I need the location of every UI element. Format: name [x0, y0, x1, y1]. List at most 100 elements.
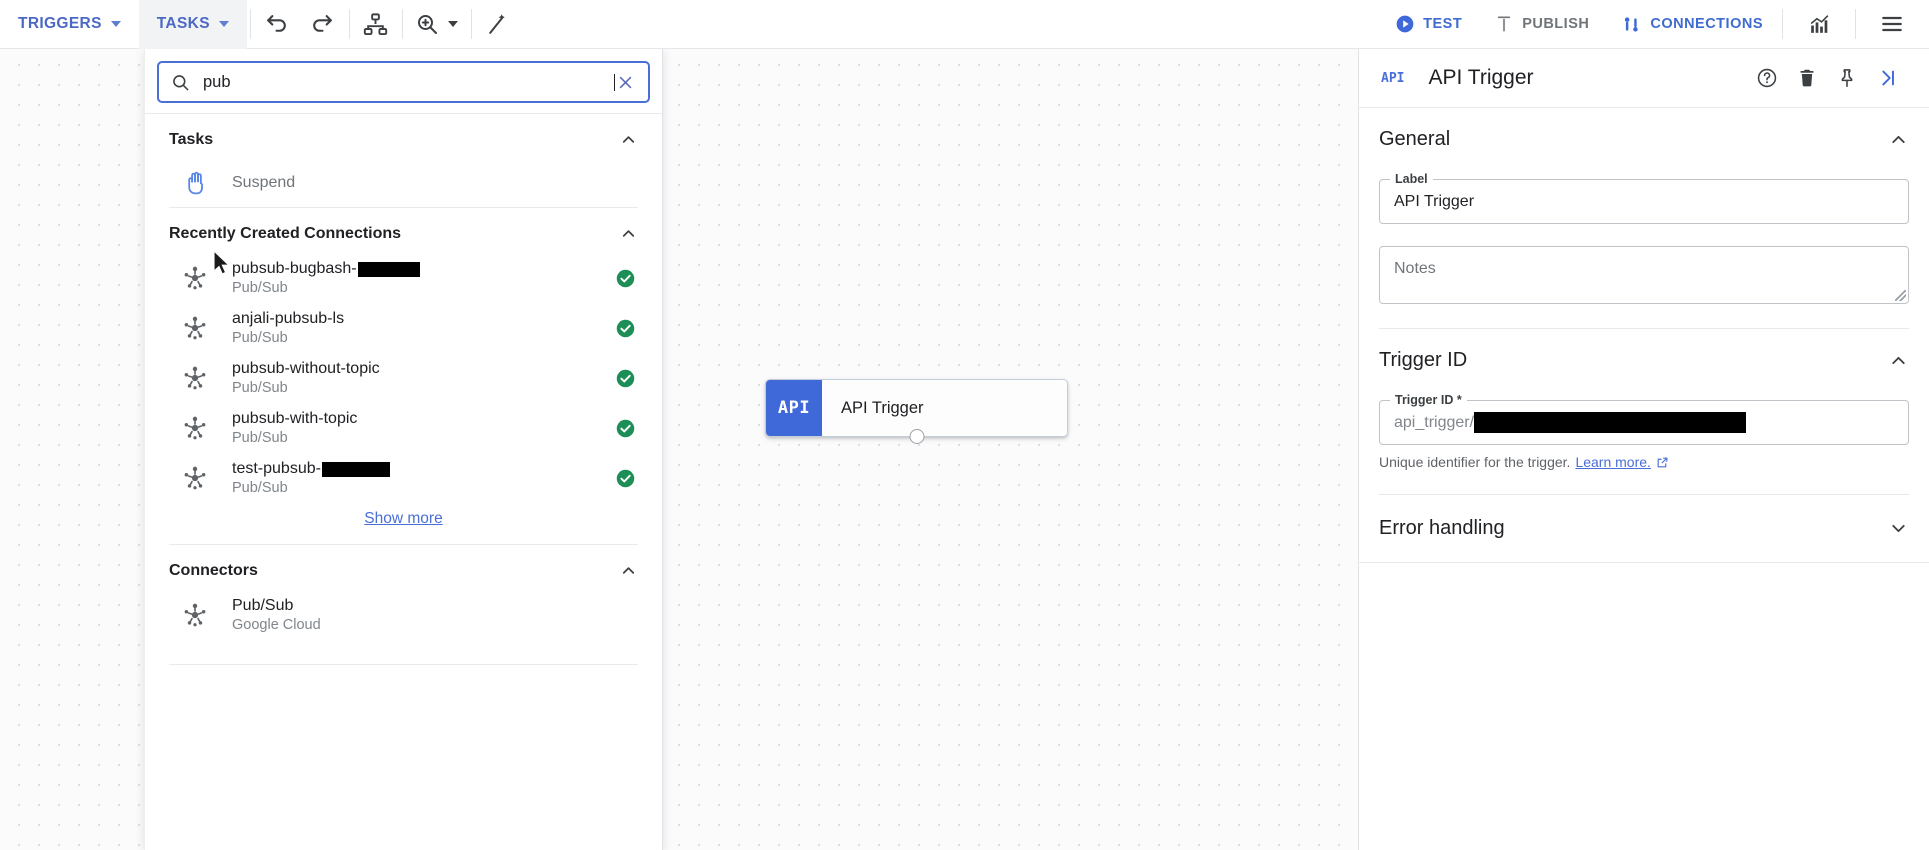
chevron-up-icon	[619, 561, 638, 580]
section-divider	[1359, 562, 1929, 563]
node-output-port[interactable]	[909, 429, 924, 444]
analytics-chart-icon	[1807, 12, 1832, 37]
label-field-value: API Trigger	[1394, 193, 1474, 211]
section-header-recent-connections[interactable]: Recently Created Connections	[145, 208, 662, 253]
trash-icon	[1796, 67, 1818, 89]
triggers-menu-label: TRIGGERS	[18, 15, 102, 33]
list-item-texts: anjali-pubsub-ls Pub/Sub	[232, 310, 612, 346]
list-item-title: Suspend	[232, 174, 638, 192]
collapse-panel-icon	[1876, 67, 1898, 89]
redacted-value	[1474, 412, 1746, 433]
list-item-title: test-pubsub-	[232, 460, 612, 478]
list-item-texts: Suspend	[232, 174, 638, 192]
connector-icon	[173, 414, 217, 442]
magic-wand-button[interactable]	[475, 1, 521, 47]
toolbar-divider	[1855, 9, 1856, 39]
list-item-title: anjali-pubsub-ls	[232, 310, 612, 328]
properties-panel: API API Trigger	[1358, 49, 1929, 850]
list-item-title: pubsub-without-topic	[232, 360, 612, 378]
label-field-legend: Label	[1390, 172, 1433, 186]
pubsub-connector-icon	[181, 601, 209, 629]
properties-panel-header: API API Trigger	[1359, 49, 1929, 108]
redacted-text	[322, 462, 390, 477]
redo-button[interactable]	[300, 1, 346, 47]
learn-more-link[interactable]: Learn more.	[1575, 454, 1650, 470]
list-item[interactable]: pubsub-without-topicPub/Sub	[145, 353, 662, 403]
general-section-header[interactable]: General	[1379, 108, 1909, 157]
test-button[interactable]: TEST	[1379, 0, 1478, 49]
status-badge	[612, 368, 638, 389]
trigger-id-field-legend: Trigger ID *	[1390, 393, 1467, 407]
help-button[interactable]	[1747, 58, 1787, 98]
connector-icon	[173, 364, 217, 392]
section-divider	[169, 664, 638, 665]
list-item-title: Pub/Sub	[232, 597, 612, 615]
connections-button[interactable]: CONNECTIONS	[1605, 0, 1779, 49]
label-field[interactable]: Label API Trigger	[1379, 179, 1909, 224]
zoom-control-button[interactable]	[406, 1, 468, 47]
recent-connections-list: pubsub-bugbash-Pub/Sub anjali-pubsub-ls Pu…	[145, 253, 662, 503]
trigger-id-field[interactable]: Trigger ID * api_trigger/	[1379, 400, 1909, 445]
publish-label: PUBLISH	[1522, 16, 1589, 32]
auto-layout-button[interactable]	[353, 1, 399, 47]
list-item[interactable]: pubsub-with-topicPub/Sub	[145, 403, 662, 453]
list-item[interactable]: anjali-pubsub-ls Pub/Sub	[145, 303, 662, 353]
section-title: Recently Created Connections	[169, 225, 401, 243]
collapse-panel-button[interactable]	[1867, 58, 1907, 98]
list-item-texts: pubsub-without-topicPub/Sub	[232, 360, 612, 396]
trigger-id-section: Trigger ID Trigger ID * api_trigger/ Uni…	[1359, 329, 1929, 495]
status-badge	[612, 268, 638, 289]
trigger-id-section-header[interactable]: Trigger ID	[1379, 329, 1909, 378]
search-icon	[171, 73, 190, 92]
undo-button[interactable]	[254, 1, 300, 47]
connectors-list: Pub/Sub Google Cloud	[145, 590, 662, 640]
pin-button[interactable]	[1827, 58, 1867, 98]
notes-field[interactable]: Notes	[1379, 246, 1909, 304]
toolbar-divider	[402, 9, 403, 39]
delete-button[interactable]	[1787, 58, 1827, 98]
section-header-connectors[interactable]: Connectors	[145, 545, 662, 590]
list-item-suspend[interactable]: Suspend	[145, 159, 662, 207]
list-item-subtitle: Pub/Sub	[232, 330, 612, 346]
list-item-subtitle: Google Cloud	[232, 617, 612, 633]
chevron-up-icon	[619, 224, 638, 243]
redo-icon	[310, 12, 335, 37]
resize-handle[interactable]	[1895, 290, 1906, 301]
publish-button[interactable]: PUBLISH	[1478, 0, 1605, 49]
chevron-down-icon	[448, 21, 458, 27]
show-more-link[interactable]: Show more	[364, 510, 442, 528]
chevron-up-icon	[619, 130, 638, 149]
list-item-texts: test-pubsub-Pub/Sub	[232, 460, 612, 496]
pubsub-connector-icon	[181, 364, 209, 392]
node-type-badge: API	[1381, 71, 1404, 86]
page-title: API Trigger	[1428, 66, 1747, 90]
chevron-down-icon	[219, 21, 229, 27]
list-item[interactable]: test-pubsub-Pub/Sub	[145, 453, 662, 503]
analytics-button[interactable]	[1796, 1, 1842, 47]
status-connected-icon	[615, 368, 636, 389]
chevron-down-icon	[1888, 518, 1909, 539]
connector-icon	[173, 464, 217, 492]
chevron-down-icon	[111, 21, 121, 27]
tasks-menu-button[interactable]: TASKS	[139, 0, 247, 49]
error-handling-section-header[interactable]: Error handling	[1379, 495, 1909, 562]
general-section: General Label API Trigger Notes	[1359, 108, 1929, 329]
list-item-texts: pubsub-with-topicPub/Sub	[232, 410, 612, 446]
list-item[interactable]: Pub/Sub Google Cloud	[145, 590, 662, 640]
pubsub-connector-icon	[181, 264, 209, 292]
search-input[interactable]: pub	[157, 61, 650, 103]
list-item-subtitle: Pub/Sub	[232, 280, 612, 296]
api-trigger-node[interactable]: API API Trigger	[765, 379, 1068, 437]
trigger-id-prefix: api_trigger/	[1394, 414, 1474, 432]
section-title: Error handling	[1379, 517, 1505, 540]
section-header-tasks[interactable]: Tasks	[145, 114, 662, 159]
error-handling-section: Error handling	[1359, 495, 1929, 562]
triggers-menu-button[interactable]: TRIGGERS	[0, 0, 139, 49]
clear-search-button[interactable]	[612, 69, 638, 95]
list-item[interactable]: pubsub-bugbash-Pub/Sub	[145, 253, 662, 303]
hierarchy-layout-icon	[362, 11, 389, 38]
undo-icon	[264, 12, 289, 37]
side-menu-button[interactable]	[1869, 1, 1915, 47]
status-connected-icon	[615, 318, 636, 339]
pubsub-connector-icon	[181, 414, 209, 442]
